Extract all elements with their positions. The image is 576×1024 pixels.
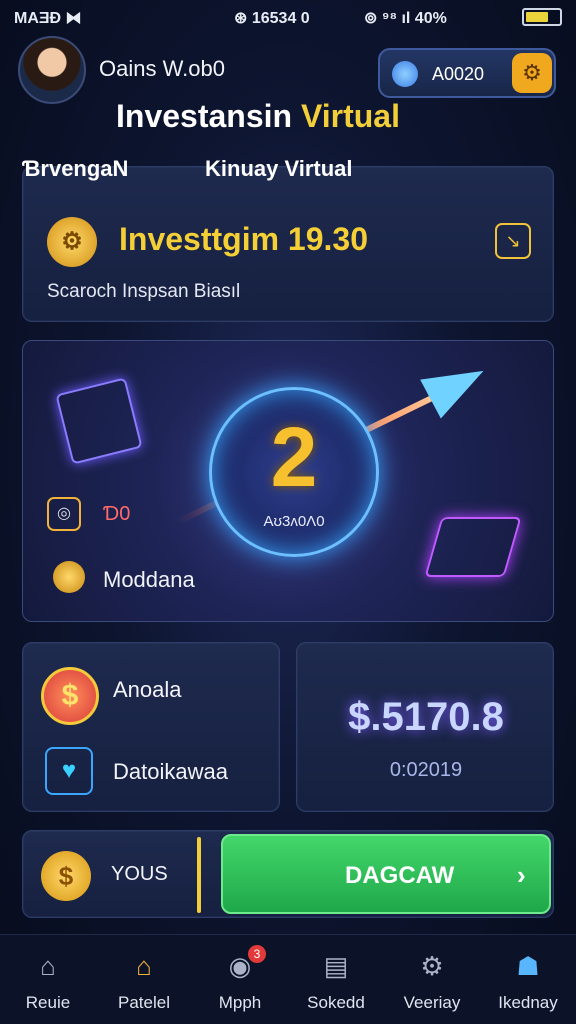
- investment-card[interactable]: ⚙ Investtgim 19.30 ↘ Scaroch Inspsan Bia…: [22, 166, 554, 322]
- coin-icon: $: [41, 851, 91, 901]
- battery-icon: [522, 8, 562, 26]
- username: Oains W.ob0: [99, 56, 225, 81]
- cta-button[interactable]: DAGCAW ›: [221, 834, 551, 914]
- status-bar: MAƎÐ ⧓ ⊛ 16534 0 ⊚ ⁹⁸ ıl 40%: [0, 0, 576, 34]
- nav-label: Veeriay: [403, 993, 461, 1012]
- page-title: Investansin Virtual: [116, 98, 400, 135]
- medal-icon: ⚙: [47, 217, 97, 267]
- section-label-right: Kinuay Virtual: [205, 156, 353, 181]
- settings-gear-icon[interactable]: ⚙: [512, 53, 552, 93]
- title-accent: Virtual: [300, 98, 400, 134]
- hero-stat-label: Moddana: [103, 567, 195, 592]
- earnings-timer: 0:02019: [389, 759, 463, 781]
- status-right: ⊚ ⁹⁸ ıl 40%: [364, 10, 447, 27]
- document-icon: [55, 377, 143, 465]
- camera-icon[interactable]: ◎: [47, 497, 81, 531]
- rocket-icon: [420, 351, 494, 419]
- nav-item-2[interactable]: ⌂ Patelel: [96, 949, 192, 1013]
- level-label: Aʊ3ʌ0Λ0: [263, 513, 325, 530]
- gem-icon: [392, 61, 418, 87]
- hero-stat-value: Ɗ0: [103, 503, 131, 525]
- earnings-amount: $.5170.8: [348, 695, 504, 739]
- actions-card: $ Anoala ♥ Datoikawaa: [22, 642, 280, 812]
- chart-icon: ▤: [323, 951, 349, 981]
- section-label-left: ƁrvengaN: [22, 156, 129, 181]
- action-label-2[interactable]: Datoikawaa: [113, 759, 228, 785]
- investment-amount: Investtgim 19.30: [119, 221, 368, 257]
- cta-label: DAGCAW: [345, 862, 455, 889]
- nav-label: Reuie: [25, 993, 71, 1012]
- notification-badge: 3: [248, 945, 266, 963]
- balance-value: A0020: [432, 64, 485, 84]
- open-icon[interactable]: ↘: [495, 223, 531, 259]
- bottom-label: YOUS: [111, 863, 168, 885]
- nav-item-3[interactable]: ◉ 3 Mpph: [192, 945, 288, 1013]
- avatar[interactable]: [18, 36, 86, 104]
- status-center: ⊛ 16534 0: [234, 10, 310, 27]
- hero-banner[interactable]: 2 Aʊ3ʌ0Λ0 ◎ Ɗ0 Moddana: [22, 340, 554, 622]
- dollar-icon[interactable]: $: [41, 667, 99, 725]
- chip-icon: [424, 517, 522, 577]
- divider: [197, 837, 201, 913]
- nav-item-6[interactable]: ☗ Ikednay: [480, 949, 576, 1013]
- action-label-1[interactable]: Anoala: [113, 677, 182, 703]
- coin-stack-icon: [53, 561, 85, 593]
- nav-label: Sokedd: [307, 993, 365, 1012]
- nav-item-1[interactable]: ⌂ Reuie: [0, 949, 96, 1013]
- nav-item-5[interactable]: ⚙ Veeriay: [384, 949, 480, 1013]
- user-icon: ☗: [516, 951, 540, 981]
- nav-item-4[interactable]: ▤ Sokedd: [288, 949, 384, 1013]
- shield-icon[interactable]: ♥: [45, 747, 93, 795]
- bottom-nav: ⌂ Reuie ⌂ Patelel ◉ 3 Mpph ▤ Sokedd ⚙ Ve…: [0, 934, 576, 1024]
- nav-label: Patelel: [118, 993, 170, 1012]
- earnings-card: $.5170.8 0:02019: [296, 642, 554, 812]
- balance-pill[interactable]: A0020 ⚙: [378, 48, 556, 98]
- gear-icon: ⚙: [420, 951, 444, 981]
- nav-label: Mpph: [218, 993, 262, 1012]
- level-number: 2: [270, 410, 318, 504]
- house-icon: ⌂: [136, 951, 152, 981]
- status-left: MAƎÐ ⧓: [14, 10, 82, 27]
- nav-label: Ikednay: [498, 993, 558, 1012]
- investment-subtitle: Scaroch Inspsan Biasıl: [47, 281, 241, 302]
- home-icon: ⌂: [40, 951, 56, 981]
- chevron-right-icon: ›: [517, 860, 526, 890]
- title-main: Investansin: [116, 98, 293, 134]
